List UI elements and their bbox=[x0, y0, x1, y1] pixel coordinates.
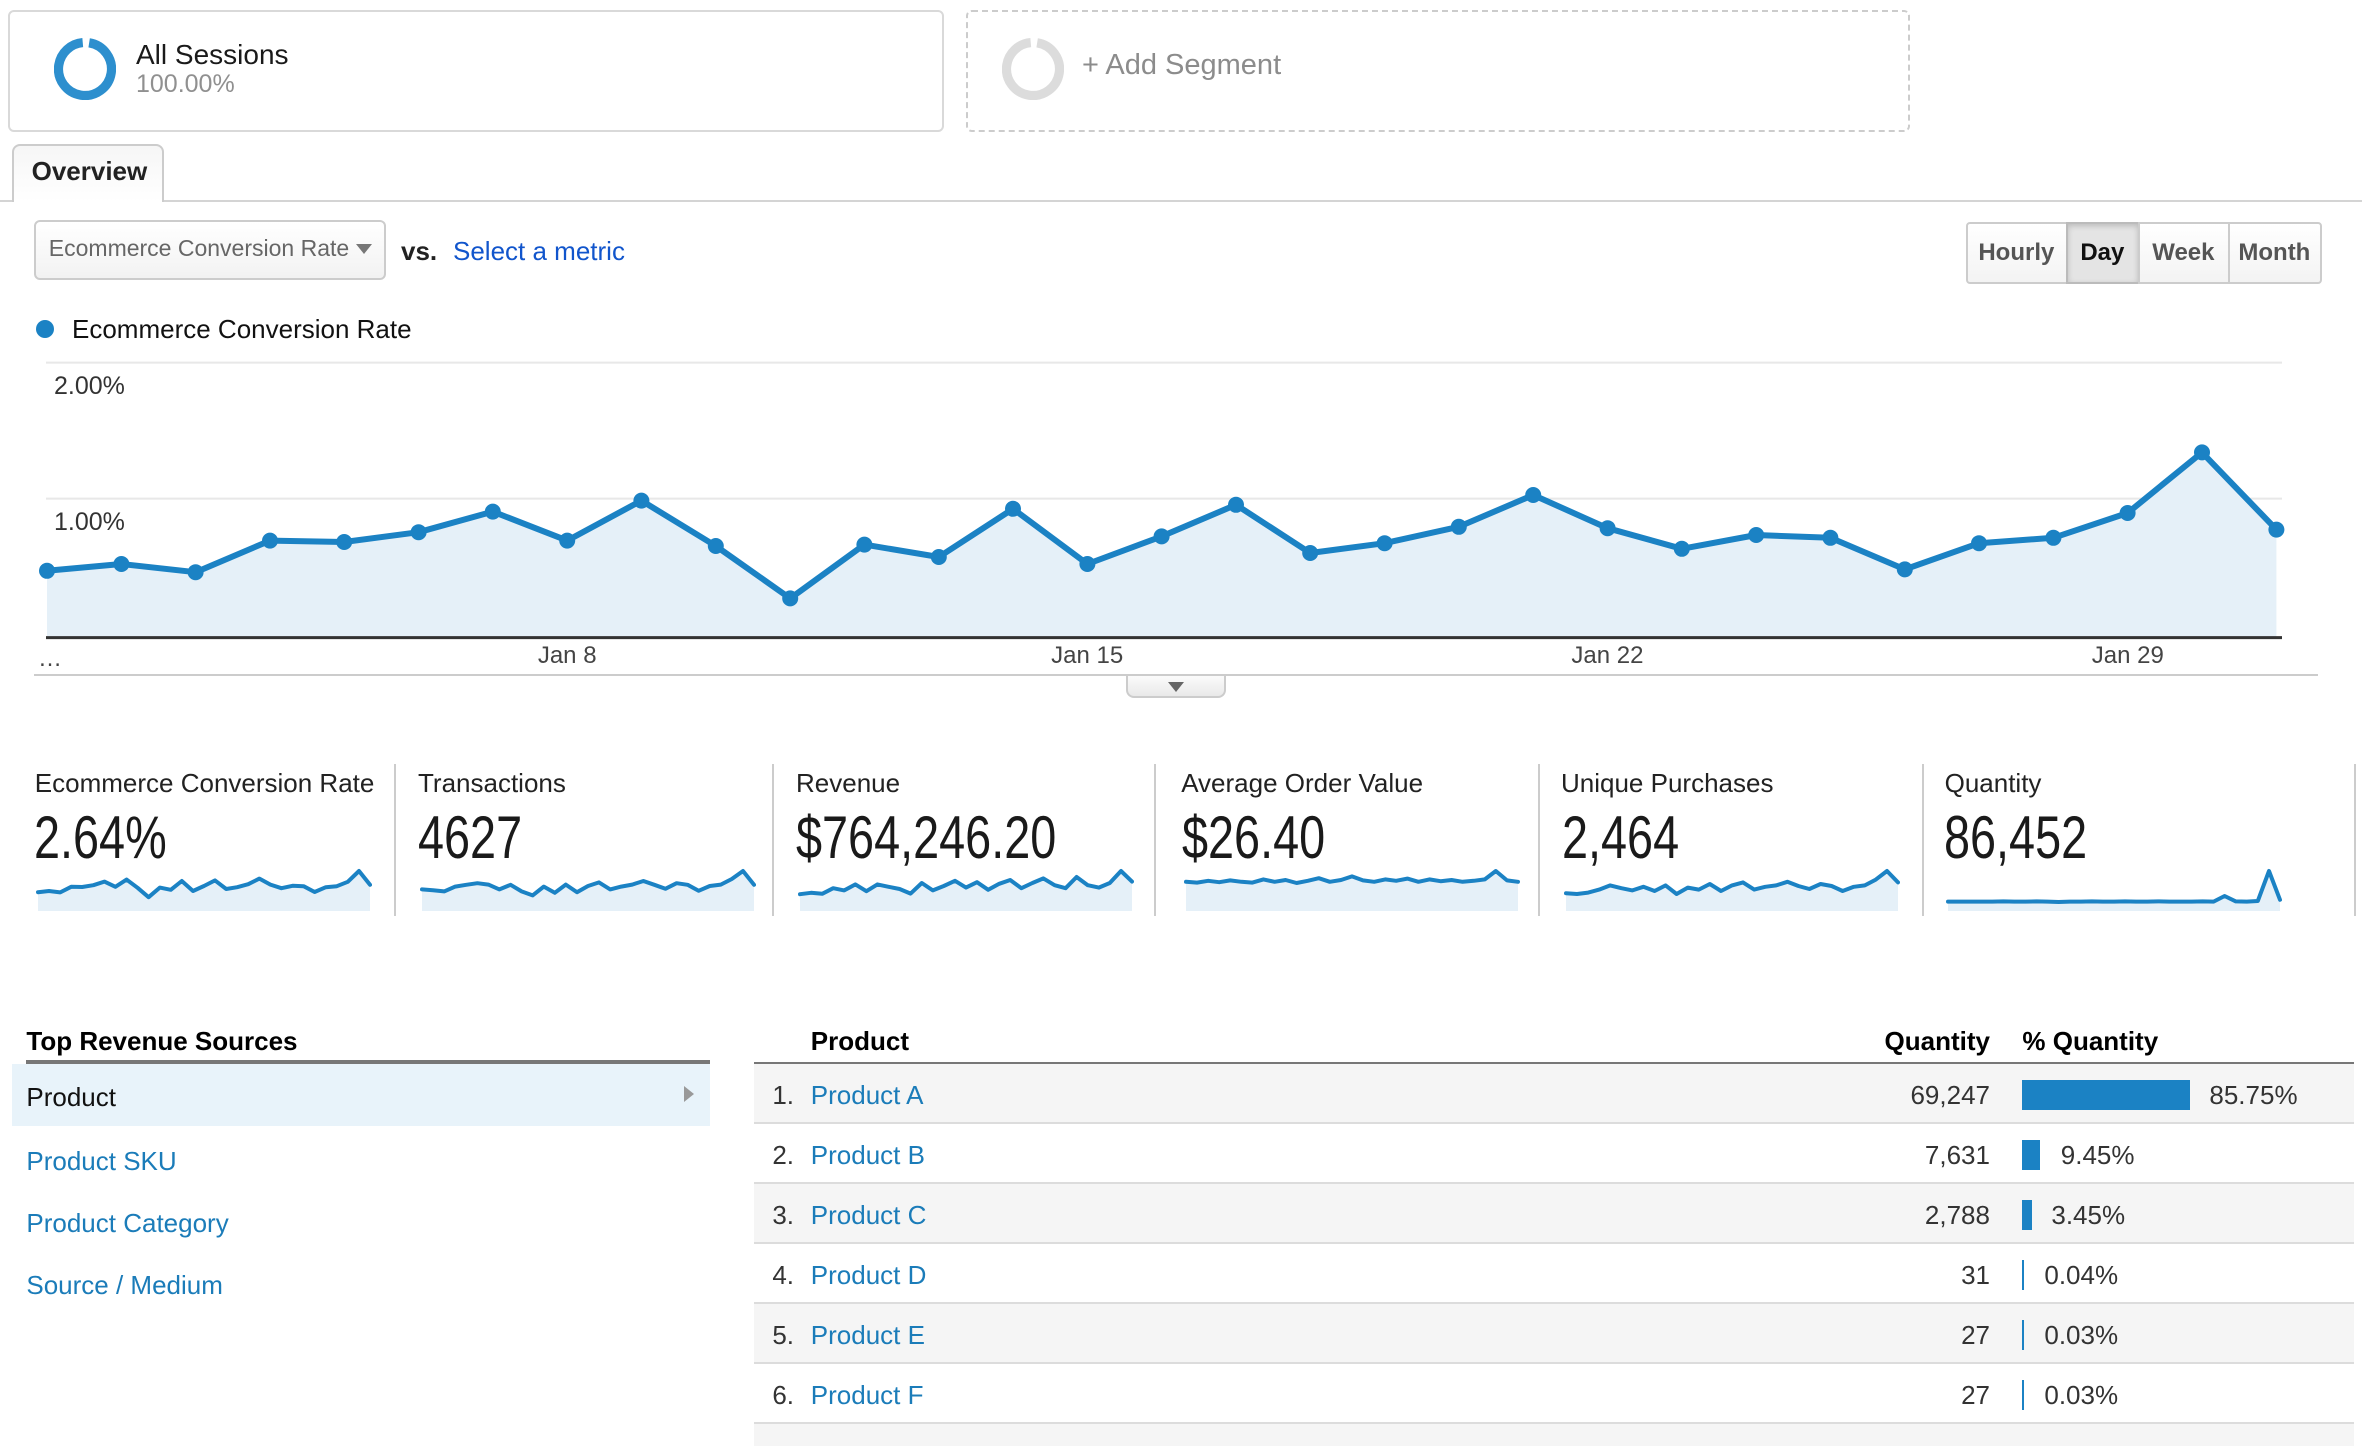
svg-text:Jan 29: Jan 29 bbox=[2092, 642, 2164, 669]
svg-text:Jan 22: Jan 22 bbox=[1571, 642, 1643, 669]
svg-text:…: … bbox=[38, 645, 62, 672]
svg-text:Jan 15: Jan 15 bbox=[1051, 642, 1123, 669]
svg-text:Jan 8: Jan 8 bbox=[538, 642, 597, 669]
